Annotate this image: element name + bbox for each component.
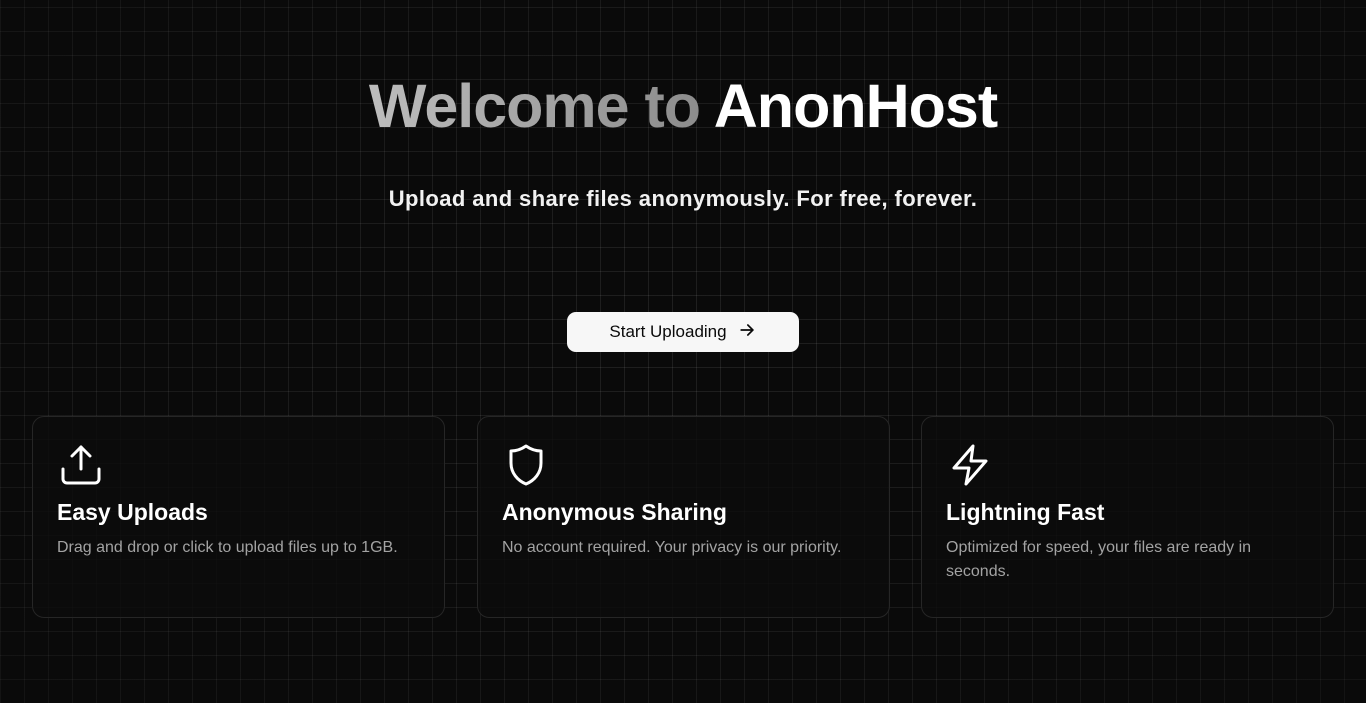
start-uploading-label: Start Uploading	[609, 322, 727, 341]
feature-description: Optimized for speed, your files are read…	[946, 539, 1252, 580]
feature-card-easy-uploads: Easy Uploads Drag and drop or click to u…	[32, 416, 445, 618]
feature-card-anonymous-sharing: Anonymous Sharing No account required. Y…	[477, 416, 890, 618]
hero-subtitle: Upload and share files anonymously. For …	[388, 186, 978, 211]
feature-title: Anonymous Sharing	[502, 499, 727, 525]
landing-page: Welcome to AnonHost Upload and share fil…	[0, 0, 1366, 703]
feature-description: Drag and drop or click to upload files u…	[57, 539, 398, 556]
feature-title: Easy Uploads	[57, 499, 208, 525]
feature-title: Lightning Fast	[946, 499, 1105, 525]
upload-icon	[57, 441, 105, 489]
hero-title-brand: AnonHost	[713, 72, 998, 140]
hero-title-prefix: Welcome to	[368, 72, 714, 140]
arrow-right-icon	[737, 320, 757, 345]
lightning-icon	[946, 441, 994, 489]
hero-title: Welcome to AnonHost	[0, 70, 1366, 142]
feature-description: No account required. Your privacy is our…	[502, 539, 842, 556]
shield-icon	[502, 441, 550, 489]
start-uploading-button[interactable]: Start Uploading	[567, 312, 799, 352]
feature-card-lightning-fast: Lightning Fast Optimized for speed, your…	[921, 416, 1334, 618]
